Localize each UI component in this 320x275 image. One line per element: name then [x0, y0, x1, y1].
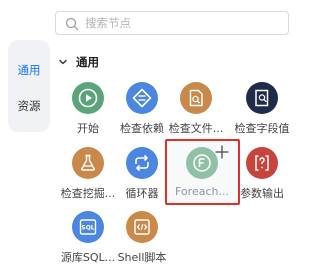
search-icon — [65, 16, 79, 31]
section-header-general[interactable]: 通用 — [58, 54, 99, 70]
category-rail: 通用 资源 — [8, 40, 50, 132]
shell-script-icon — [126, 211, 158, 243]
plus-icon — [215, 145, 229, 159]
search-input[interactable] — [85, 16, 275, 30]
node-shell-script[interactable]: Shell脚本 — [110, 211, 174, 271]
section-title: 通用 — [76, 55, 99, 69]
node-label: 参数输出 — [240, 187, 284, 200]
svg-text:SQL: SQL — [81, 225, 94, 232]
file-check-icon — [180, 82, 212, 114]
tab-general[interactable]: 通用 — [8, 62, 50, 78]
chevron-down-icon — [59, 59, 67, 65]
sql-icon: SQL — [72, 211, 104, 243]
node-param-output[interactable]: 参数输出 — [230, 147, 294, 207]
node-check-file[interactable]: 检查文件... — [164, 82, 228, 142]
param-output-icon — [246, 147, 278, 179]
node-label: 检查字段值 — [234, 122, 290, 135]
node-check-field-value[interactable]: 检查字段值 — [230, 82, 294, 142]
field-check-icon — [246, 82, 278, 114]
tab-resources[interactable]: 资源 — [8, 98, 50, 114]
node-label: 检查文件... — [168, 122, 224, 135]
node-loop[interactable]: 循环器 — [110, 147, 174, 207]
play-icon — [72, 82, 104, 114]
search-box[interactable] — [55, 11, 289, 35]
link-check-icon — [126, 82, 158, 114]
loop-icon — [126, 147, 158, 179]
node-palette-panel: 通用 资源 通用 开始 检查依赖 — [0, 0, 300, 275]
node-label: Shell脚本 — [117, 251, 167, 264]
flask-icon — [72, 147, 104, 179]
